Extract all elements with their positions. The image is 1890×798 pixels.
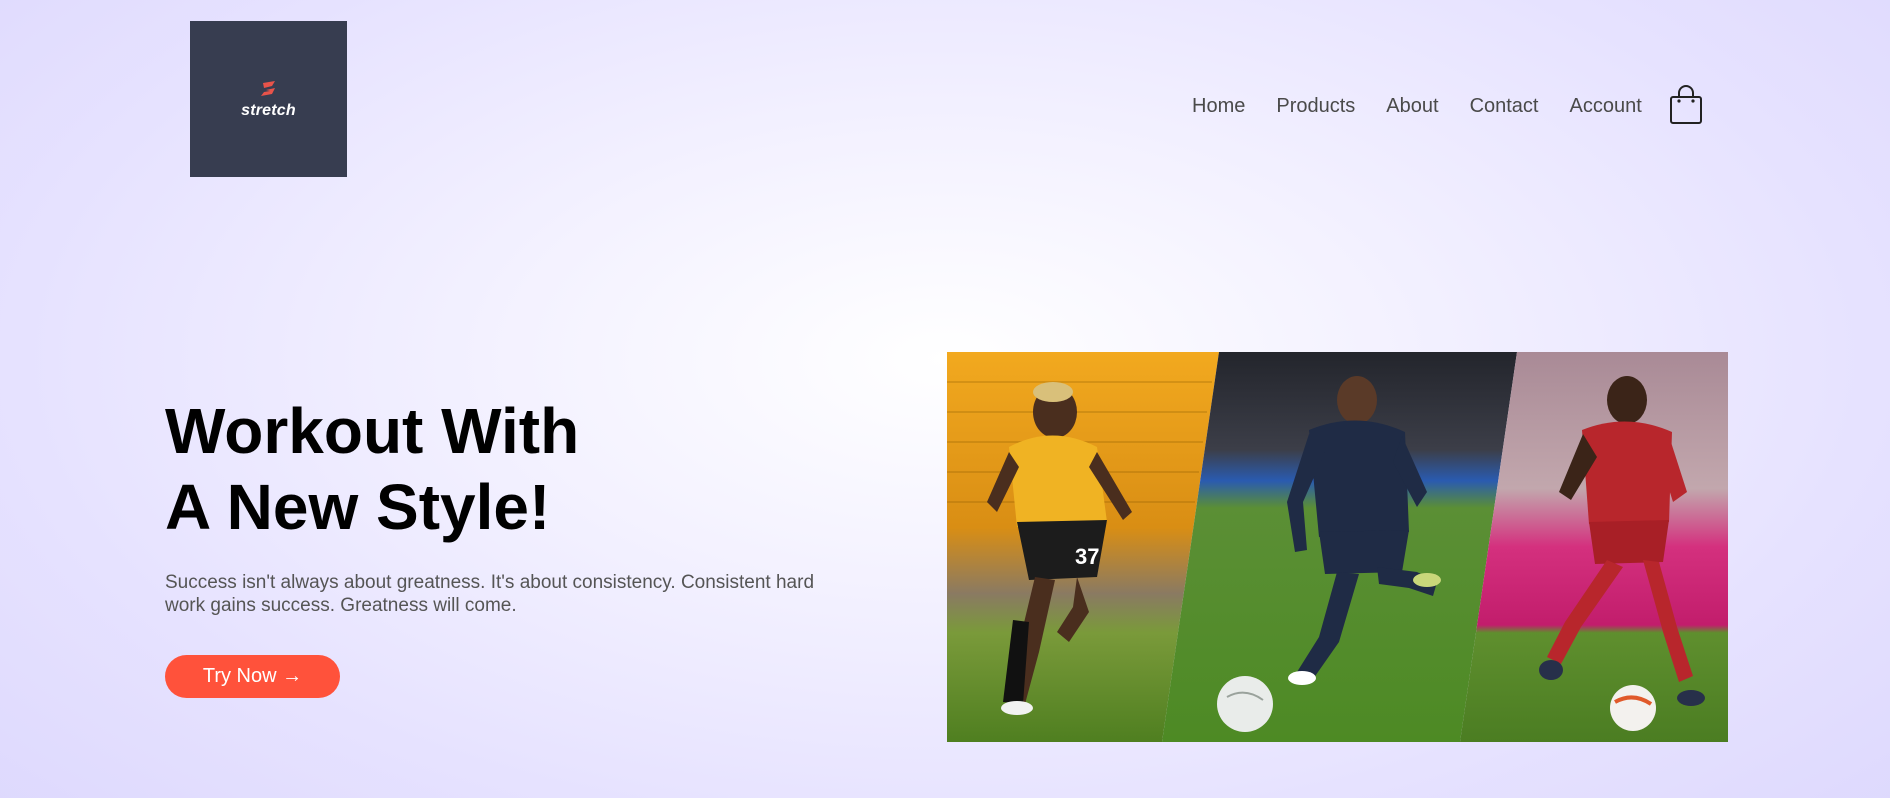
try-now-button[interactable]: Try Now → — [165, 655, 340, 698]
nav-contact[interactable]: Contact — [1470, 94, 1539, 118]
shopping-bag-icon[interactable] — [1669, 85, 1703, 125]
hero-title: Workout With A New Style! — [165, 393, 579, 545]
logo-text: stretch — [241, 101, 296, 119]
main-nav: Home Products About Contact Account — [1192, 85, 1703, 125]
nav-home[interactable]: Home — [1192, 94, 1245, 118]
hero-title-line-1: Workout With — [165, 395, 580, 467]
logo-mark-icon — [260, 80, 275, 96]
nav-about[interactable]: About — [1386, 94, 1438, 118]
footballers-collage: 37 — [947, 352, 1728, 742]
nav-account[interactable]: Account — [1570, 94, 1642, 118]
nav-products[interactable]: Products — [1276, 94, 1355, 118]
logo[interactable]: stretch — [190, 21, 347, 177]
jersey-number: 37 — [1075, 544, 1099, 569]
hero-title-line-2: A New Style! — [165, 471, 551, 543]
hero-subtitle: Success isn't always about greatness. It… — [165, 572, 815, 616]
hero-image: 37 — [947, 352, 1728, 742]
